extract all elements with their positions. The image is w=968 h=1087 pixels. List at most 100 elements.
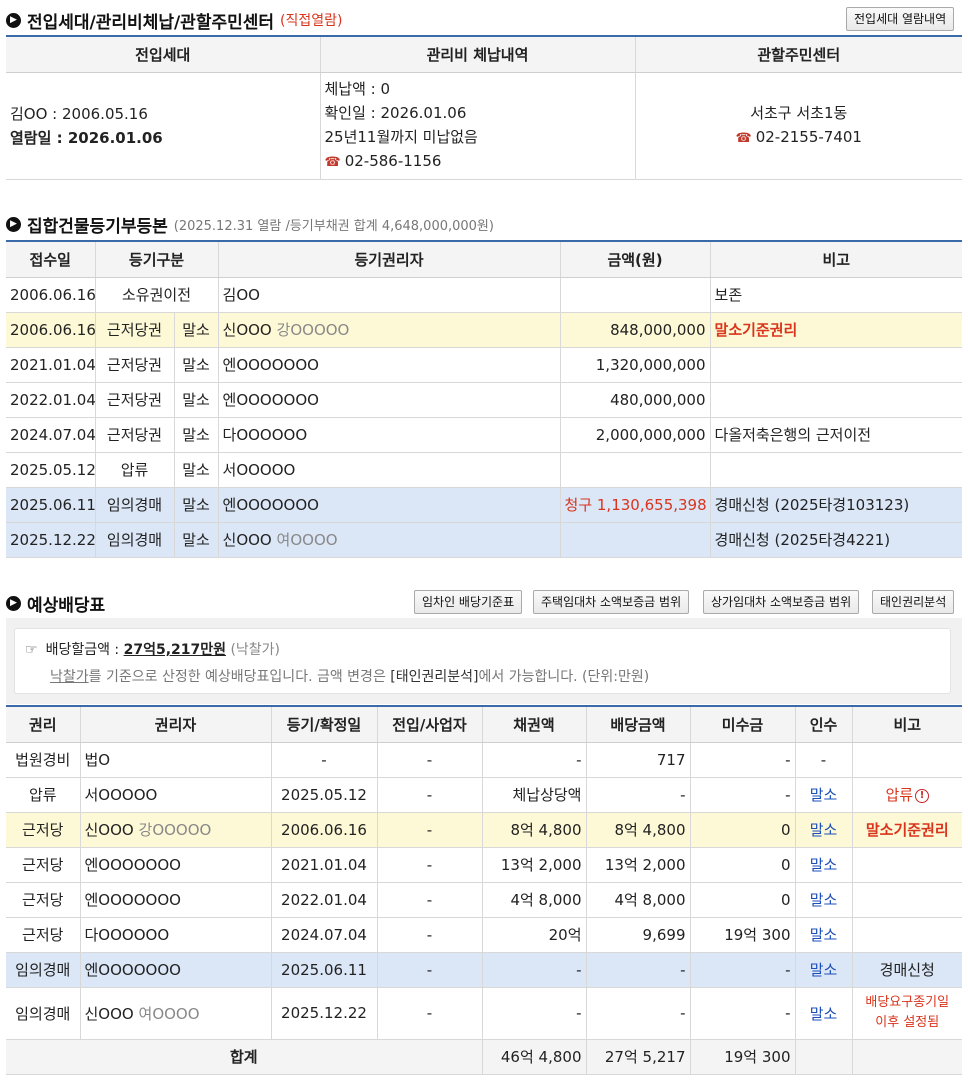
center-name: 서초구 서초1동: [750, 103, 848, 122]
section-header-resident: ▶ 전입세대/관리비체납/관할주민센터 (직접열람): [6, 8, 343, 33]
holder-cell: 신OOO 여OOOO: [217, 522, 561, 558]
type-cell: 근저당권: [94, 312, 174, 348]
total-paid: 27억 5,217: [585, 1039, 690, 1075]
note-cell: [709, 452, 963, 488]
note-cell: [851, 847, 962, 883]
table-row: 2006.06.16 소유권이전 김OO 보존: [6, 277, 963, 313]
total-note: [851, 1039, 962, 1075]
holder-cell: 엔OOOOOOO: [217, 347, 561, 383]
move-cell: -: [376, 952, 482, 988]
unpaid-cell: 0: [689, 882, 795, 918]
col-header: 등기/확정일: [270, 706, 377, 743]
direct-view-tag: (직접열람): [280, 13, 343, 29]
note-cell: 말소기준권리: [709, 312, 963, 348]
col-header: 인수: [794, 706, 852, 743]
taein-analysis-link[interactable]: [태인권리분석]: [390, 669, 478, 685]
date-cell: 2025.12.22: [270, 987, 377, 1040]
right-cell: 근저당: [6, 917, 80, 953]
resident-table: 전입세대 관리비 체납내역 관할주민센터 김OO : 2006.05.16 열람…: [6, 35, 962, 180]
holder-cell: 다OOOOOO: [217, 417, 561, 453]
cancel-cell: 말소: [173, 522, 219, 558]
holder-cell: 김OO: [217, 277, 561, 313]
take-link[interactable]: 말소: [794, 882, 852, 918]
cancel-cell: 말소: [173, 312, 219, 348]
move-cell: -: [376, 847, 482, 883]
tenant-dividend-standard-button[interactable]: 임차인 배당기준표: [414, 590, 523, 614]
date-cell: 2025.05.12: [6, 452, 95, 488]
section-header-registry: ▶ 집합건물등기부등본 (2025.12.31 열람 /등기부채권 합계 4,6…: [6, 212, 494, 237]
amount-cell: [559, 522, 711, 558]
col-header: 미수금: [689, 706, 795, 743]
arrears-status: 25년11월까지 미납없음: [324, 127, 478, 146]
holder-cell: 엔OOOOOOO: [79, 952, 271, 988]
holder-cell: 신OOO 강OOOOO: [217, 312, 561, 348]
taein-rights-analysis-button[interactable]: 태인권리분석: [872, 590, 955, 614]
section-header-dividend: ▶ 예상배당표: [6, 591, 105, 616]
table-row: 2025.05.12 압류 말소 서OOOOO: [6, 452, 963, 488]
table-row: 2022.01.04 근저당권 말소 엔OOOOOOO 480,000,000: [6, 382, 963, 418]
date-cell: 2024.07.04: [270, 917, 377, 953]
claim-cell: 13억 2,000: [481, 847, 586, 883]
note-cell[interactable]: 압류!: [851, 777, 962, 813]
cancel-cell: 말소: [173, 417, 219, 453]
note-cell: 경매신청 (2025타경4221): [709, 522, 963, 558]
note-cell: [709, 382, 963, 418]
date-cell: 2022.01.04: [270, 882, 377, 918]
amount-cell: [559, 277, 711, 313]
paid-cell: -: [585, 952, 690, 988]
alert-icon[interactable]: !: [915, 788, 930, 803]
note-cell: 말소기준권리: [851, 812, 962, 848]
col-header: 관할주민센터: [634, 36, 962, 73]
right-cell: 압류: [6, 777, 80, 813]
right-cell: 근저당: [6, 882, 80, 918]
table-row: 법원경비 법O - - - 717 - -: [6, 742, 962, 778]
table-row: 2025.06.11 임의경매 말소 엔OOOOOOO 청구 1,130,655…: [6, 487, 963, 523]
amount-cell: 2,000,000,000: [559, 417, 711, 453]
chevron-right-icon: ▶: [6, 12, 21, 28]
claim-cell: 체납상당액: [481, 777, 586, 813]
center-cell: 서초구 서초1동 ☎ 02-2155-7401: [634, 72, 962, 180]
col-header: 금액(원): [559, 241, 711, 278]
note-cell: 경매신청: [851, 952, 962, 988]
amount-cell: 480,000,000: [559, 382, 711, 418]
table-row: 임의경매 엔OOOOOOO 2025.06.11 - - - - 말소 경매신청: [6, 952, 962, 988]
take-link[interactable]: 말소: [794, 847, 852, 883]
chevron-right-icon: ▶: [6, 216, 21, 232]
take-link[interactable]: 말소: [794, 952, 852, 988]
col-header: 배당금액: [585, 706, 690, 743]
holder-cell: 신OOO 여OOOO: [79, 987, 271, 1040]
col-header: 비고: [851, 706, 962, 743]
date-cell: 2006.06.16: [270, 812, 377, 848]
resident-view-history-button[interactable]: 전입세대 열람내역: [846, 7, 955, 31]
holder-cell: 엔OOOOOOO: [79, 847, 271, 883]
dividend-info-text: 낙찰가를 기준으로 산정한 예상배당표입니다. 금액 변경은 [태인권리분석]에…: [50, 669, 650, 685]
registry-table: 접수일 등기구분 등기권리자 금액(원) 비고 2006.06.16 소유권이전…: [6, 240, 963, 558]
take-link[interactable]: 말소: [794, 777, 852, 813]
amount-cell: 848,000,000: [559, 312, 711, 348]
holder-cell: 신OOO 강OOOOO: [79, 812, 271, 848]
take-link[interactable]: 말소: [794, 917, 852, 953]
holder-cell: 다OOOOOO: [79, 917, 271, 953]
table-row: 근저당 엔OOOOOOO 2022.01.04 - 4억 8,000 4억 8,…: [6, 882, 962, 918]
commercial-deposit-range-button[interactable]: 상가임대차 소액보증금 범위: [703, 590, 860, 614]
take-link[interactable]: 말소: [794, 987, 852, 1040]
dividend-info-box: ☞ 배당할금액 : 27억5,217만원 (낙찰가) 낙찰가를 기준으로 산정한 …: [14, 628, 951, 694]
col-header: 등기구분: [94, 241, 219, 278]
unpaid-cell: -: [689, 777, 795, 813]
total-unpaid: 19억 300: [689, 1039, 795, 1075]
type-cell: 근저당권: [94, 382, 174, 418]
winning-bid-link[interactable]: 낙찰가: [50, 669, 89, 685]
take-cell: -: [794, 742, 852, 778]
holder-cell: 서OOOOO: [217, 452, 561, 488]
table-row: 2021.01.04 근저당권 말소 엔OOOOOOO 1,320,000,00…: [6, 347, 963, 383]
paid-cell: 13억 2,000: [585, 847, 690, 883]
paid-cell: 717: [585, 742, 690, 778]
cancel-cell: 말소: [173, 452, 219, 488]
housing-deposit-range-button[interactable]: 주택임대차 소액보증금 범위: [533, 590, 690, 614]
note-cell: [709, 347, 963, 383]
section-title: 집합건물등기부등본: [27, 216, 168, 237]
claim-cell: -: [481, 952, 586, 988]
type-cell: 압류: [94, 452, 174, 488]
take-link[interactable]: 말소: [794, 812, 852, 848]
total-claim: 46억 4,800: [481, 1039, 586, 1075]
